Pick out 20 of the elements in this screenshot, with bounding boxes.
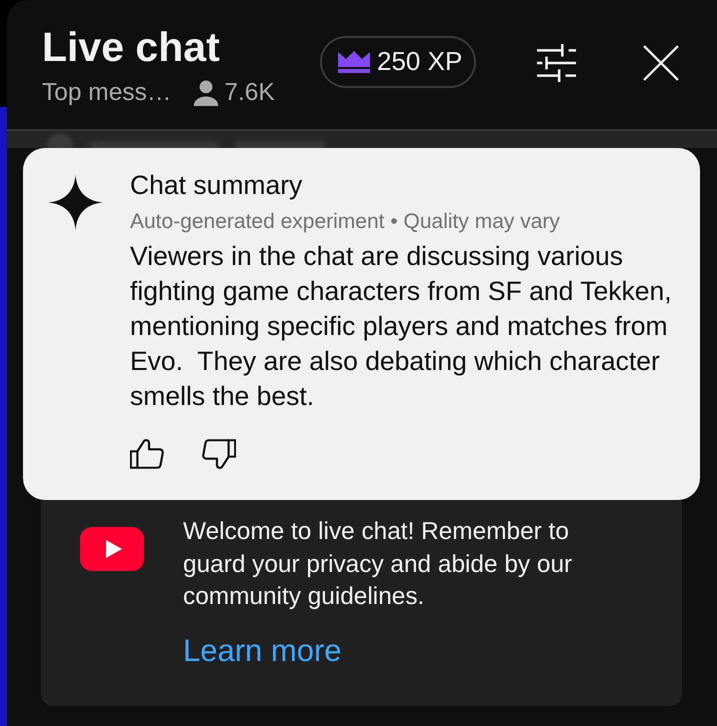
learn-more-link[interactable]: Learn more	[183, 634, 342, 668]
like-button[interactable]	[130, 439, 164, 469]
chat-filter-label[interactable]: Top mess…	[42, 79, 172, 107]
viewer-count: 7.6K	[224, 79, 275, 107]
sliders-icon	[534, 42, 578, 82]
xp-label: 250 XP	[377, 46, 462, 77]
close-icon	[643, 44, 679, 80]
dislike-button[interactable]	[202, 439, 236, 469]
play-logo-icon	[80, 527, 144, 571]
thumb-up-icon	[130, 439, 164, 469]
summary-text: Viewers in the chat are discussing various fighting game characters from SF and Tekken, mentioning specific players and matches from Evo. They are also debating which character smells the best.	[130, 240, 673, 413]
crown-icon	[338, 50, 370, 72]
welcome-message: Welcome to live chat! Remember to guard your privacy and abide by our community guidelines.	[183, 517, 574, 612]
xp-badge[interactable]: 250 XP	[320, 36, 476, 88]
panel-title: Live chat	[42, 24, 221, 70]
thumb-down-icon	[202, 439, 236, 469]
summary-title: Chat summary	[130, 170, 304, 200]
person-icon	[193, 80, 220, 106]
sparkle-icon	[48, 175, 103, 230]
summary-disclaimer: Auto-generated experiment • Quality may vary	[130, 209, 561, 235]
